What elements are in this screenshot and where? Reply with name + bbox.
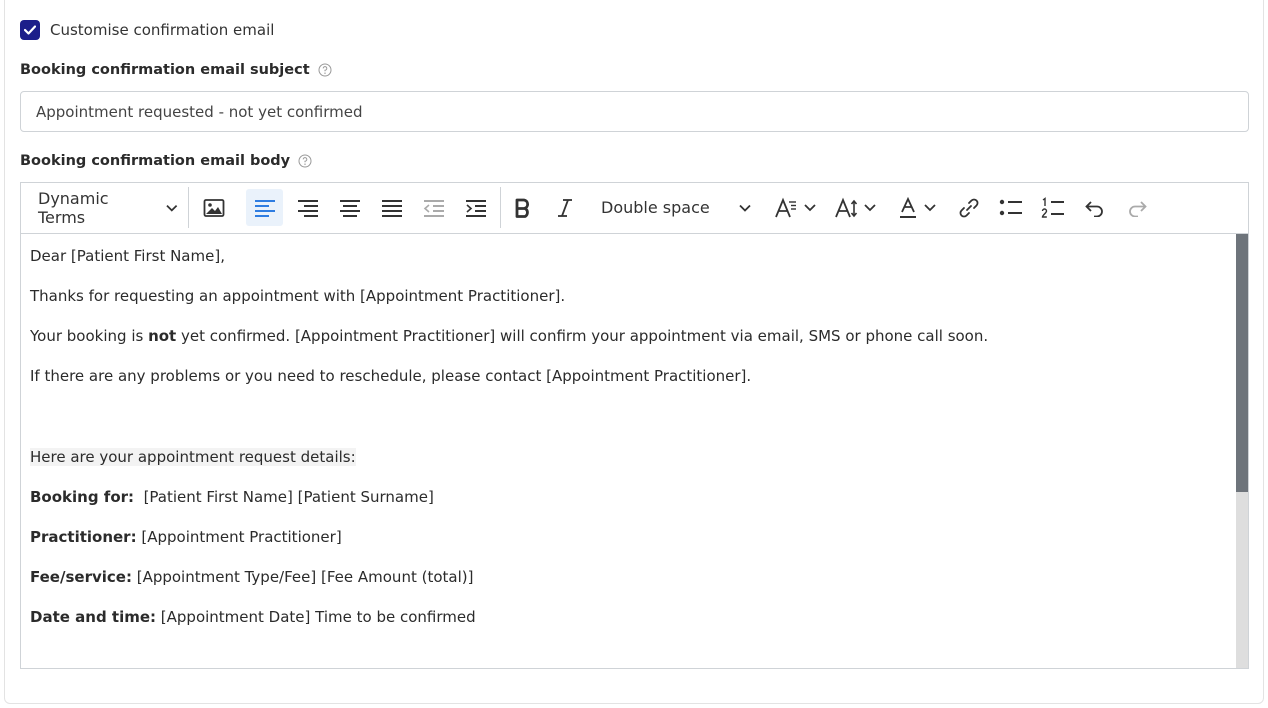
font-size-button[interactable]	[832, 189, 884, 226]
subject-input[interactable]	[20, 91, 1249, 132]
bullet-list-icon	[999, 199, 1022, 215]
practitioner-label: Practitioner:	[30, 528, 137, 546]
greeting-paragraph: Dear [Patient First Name],	[30, 247, 225, 265]
toolbar-divider	[500, 187, 501, 228]
align-left-icon	[254, 199, 275, 217]
align-right-icon	[297, 199, 318, 217]
dynamic-terms-label: Dynamic Terms	[38, 188, 109, 227]
body-label-text: Booking confirmation email body	[20, 153, 291, 169]
details-intro-paragraph: Here are your appointment request detail…	[30, 448, 356, 466]
subject-label: Booking confirmation email subject	[20, 62, 332, 78]
fee-label: Fee/service:	[30, 568, 132, 586]
align-justify-icon	[381, 199, 402, 217]
font-family-button[interactable]	[772, 189, 824, 226]
editor-scrollbar[interactable]	[1236, 234, 1248, 668]
bold-button[interactable]	[507, 189, 539, 226]
editor-content[interactable]: Dear [Patient First Name], Thanks for re…	[21, 234, 1236, 668]
chevron-down-icon	[739, 204, 751, 212]
status-text: yet confirmed. [Appointment Practitioner…	[176, 327, 989, 345]
editor-toolbar: Dynamic Terms Double space	[21, 183, 1248, 234]
practitioner-paragraph: Practitioner: [Appointment Practitioner]	[30, 528, 342, 546]
insert-link-button[interactable]	[953, 189, 985, 226]
line-spacing-value: Double space	[601, 198, 710, 217]
status-emphasis: not	[148, 327, 177, 345]
booking-for-value: [Patient First Name] [Patient Surname]	[134, 488, 434, 506]
redo-icon	[1129, 200, 1147, 217]
image-icon	[203, 198, 225, 217]
scrollbar-thumb[interactable]	[1236, 234, 1248, 492]
bullet-list-button[interactable]	[995, 189, 1027, 226]
bold-icon	[515, 198, 530, 218]
practitioner-value: [Appointment Practitioner]	[136, 528, 342, 546]
undo-button[interactable]	[1079, 189, 1111, 226]
indent-icon	[465, 199, 486, 217]
align-left-button[interactable]	[246, 189, 283, 226]
font-size-icon	[835, 197, 876, 217]
help-icon[interactable]	[298, 154, 312, 168]
date-label: Date and time:	[30, 608, 157, 626]
italic-button[interactable]	[549, 189, 581, 226]
status-paragraph: Your booking is not yet confirmed. [Appo…	[30, 327, 988, 345]
customise-email-checkbox[interactable]	[20, 20, 40, 40]
outdent-button[interactable]	[415, 189, 452, 226]
dynamic-terms-dropdown[interactable]: Dynamic Terms	[28, 188, 178, 227]
link-icon	[959, 198, 979, 217]
checkmark-icon	[24, 25, 36, 35]
undo-icon	[1085, 200, 1103, 217]
fee-paragraph: Fee/service: [Appointment Type/Fee] [Fee…	[30, 568, 473, 586]
customise-email-row[interactable]: Customise confirmation email	[20, 20, 274, 40]
booking-for-paragraph: Booking for: [Patient First Name] [Patie…	[30, 488, 434, 506]
thanks-paragraph: Thanks for requesting an appointment wit…	[30, 287, 566, 305]
customise-email-label[interactable]: Customise confirmation email	[50, 21, 274, 39]
outdent-icon	[423, 199, 444, 217]
insert-image-button[interactable]	[199, 189, 229, 226]
fee-value: [Appointment Type/Fee] [Fee Amount (tota…	[131, 568, 474, 586]
numbered-list-button[interactable]	[1037, 189, 1069, 226]
align-center-icon	[339, 199, 360, 217]
italic-icon	[558, 198, 572, 217]
align-right-button[interactable]	[289, 189, 326, 226]
toolbar-divider	[188, 187, 189, 228]
numbered-list-icon	[1041, 196, 1064, 218]
status-text: Your booking is	[30, 327, 149, 345]
font-family-icon	[775, 197, 816, 217]
line-spacing-select[interactable]: Double space	[592, 189, 757, 226]
date-value: [Appointment Date] Time to be confirmed	[156, 608, 476, 626]
booking-for-label: Booking for:	[30, 488, 135, 506]
body-label: Booking confirmation email body	[20, 153, 312, 169]
email-body-editor: Dynamic Terms Double space Dear [Patient…	[20, 182, 1249, 669]
redo-button[interactable]	[1121, 189, 1153, 226]
align-center-button[interactable]	[331, 189, 368, 226]
align-justify-button[interactable]	[373, 189, 410, 226]
date-paragraph: Date and time: [Appointment Date] Time t…	[30, 608, 476, 626]
help-icon[interactable]	[318, 63, 332, 77]
chevron-down-icon	[166, 204, 178, 212]
subject-label-text: Booking confirmation email subject	[20, 62, 310, 78]
text-color-icon	[900, 196, 936, 218]
indent-button[interactable]	[457, 189, 494, 226]
problems-paragraph: If there are any problems or you need to…	[30, 367, 752, 385]
text-color-button[interactable]	[896, 189, 944, 226]
